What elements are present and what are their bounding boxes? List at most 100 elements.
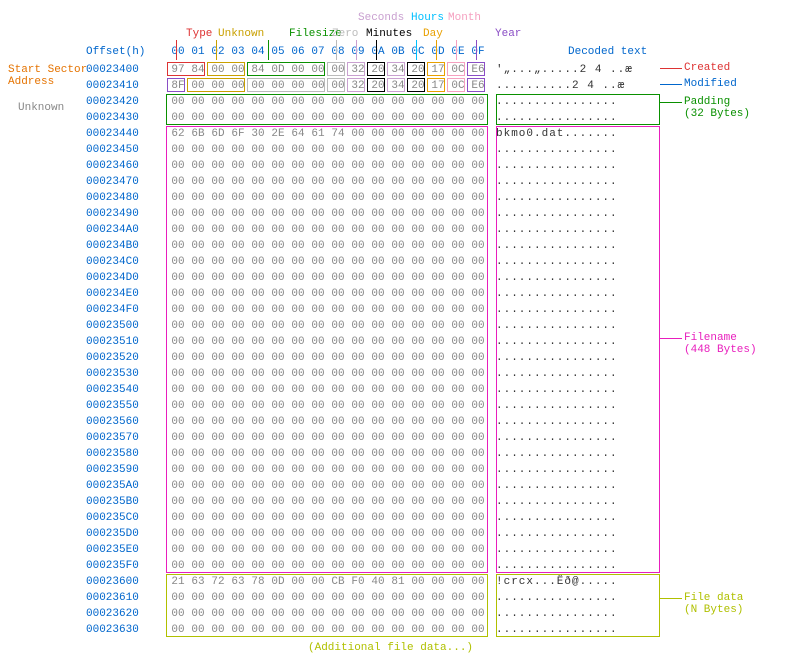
offset-value: 00023600 <box>86 576 148 588</box>
hex-byte: 00 <box>428 544 448 556</box>
hex-byte: 81 <box>388 576 408 588</box>
hex-byte: 00 <box>308 480 328 492</box>
modified-label: Modified <box>684 78 737 90</box>
hex-byte: 00 <box>288 112 308 124</box>
hex-byte: 00 <box>308 256 328 268</box>
hex-byte: 00 <box>308 576 328 588</box>
hex-byte: 00 <box>248 288 268 300</box>
additional-label: (Additional file data...) <box>308 642 473 654</box>
hex-byte: 00 <box>308 288 328 300</box>
hex-byte: 00 <box>288 320 308 332</box>
hex-byte: 00 <box>428 608 448 620</box>
hex-byte: 00 <box>388 208 408 220</box>
col-header: 0F <box>468 46 488 58</box>
offset-value: 00023500 <box>86 320 148 332</box>
hex-byte: 00 <box>228 192 248 204</box>
hex-row: 000234E000000000000000000000000000000000… <box>8 286 777 302</box>
hex-byte: 00 <box>288 464 308 476</box>
created-label: Created <box>684 62 730 74</box>
hex-byte: 00 <box>288 176 308 188</box>
hex-byte: 00 <box>328 240 348 252</box>
hex-byte: 00 <box>188 240 208 252</box>
hex-byte: 00 <box>468 576 488 588</box>
hex-byte: 00 <box>408 176 428 188</box>
hex-byte: 00 <box>168 448 188 460</box>
hex-byte: 00 <box>368 208 388 220</box>
offset-value: 00023550 <box>86 400 148 412</box>
hex-byte: 00 <box>448 576 468 588</box>
offset-value: 000234E0 <box>86 288 148 300</box>
hex-byte: 00 <box>408 384 428 396</box>
offset-value: 000235E0 <box>86 544 148 556</box>
hex-byte: 00 <box>448 384 468 396</box>
hex-byte: 00 <box>468 240 488 252</box>
offset-value: 00023450 <box>86 144 148 156</box>
hex-byte: 00 <box>208 528 228 540</box>
hex-byte: 00 <box>388 272 408 284</box>
hex-byte: 00 <box>328 96 348 108</box>
hex-byte: 00 <box>288 224 308 236</box>
hex-byte: 00 <box>388 240 408 252</box>
decoded-text: ................ <box>496 352 618 364</box>
hex-row: 000235F000000000000000000000000000000000… <box>8 558 777 574</box>
hex-byte: 00 <box>208 512 228 524</box>
hex-byte: 00 <box>308 144 328 156</box>
hex-byte: 00 <box>428 208 448 220</box>
hex-byte: 00 <box>248 592 268 604</box>
hex-byte: 00 <box>408 480 428 492</box>
hex-byte: 00 <box>208 304 228 316</box>
hex-byte: 00 <box>268 240 288 252</box>
hex-byte: 00 <box>268 144 288 156</box>
hex-byte: 84 <box>248 64 268 76</box>
hex-row: 000235B000000000000000000000000000000000… <box>8 494 777 510</box>
hex-byte: E6 <box>468 80 488 92</box>
hex-byte: 00 <box>468 544 488 556</box>
hex-byte: 00 <box>388 560 408 572</box>
hex-byte: 00 <box>468 208 488 220</box>
hex-byte: 00 <box>408 528 428 540</box>
hex-byte: 00 <box>348 160 368 172</box>
offset-label: Offset(h) <box>86 46 145 58</box>
hex-byte: 00 <box>268 320 288 332</box>
offset-value: 000235F0 <box>86 560 148 572</box>
hex-byte: 00 <box>468 480 488 492</box>
hex-byte: 00 <box>348 464 368 476</box>
hex-byte: 00 <box>228 448 248 460</box>
header-connector <box>456 40 457 60</box>
hex-byte: 00 <box>168 432 188 444</box>
hex-byte: 00 <box>328 272 348 284</box>
hex-byte: 00 <box>448 144 468 156</box>
offset-value: 00023400 <box>86 64 148 76</box>
hex-byte: 00 <box>428 368 448 380</box>
decoded-text: '„...„.....2 4 ..æ <box>496 64 633 76</box>
hex-row: 0002359000000000000000000000000000000000… <box>8 462 777 478</box>
hex-byte: 00 <box>328 496 348 508</box>
offset-value: 00023470 <box>86 176 148 188</box>
hex-byte: 00 <box>408 352 428 364</box>
hex-row: 0002349000000000000000000000000000000000… <box>8 206 777 222</box>
hex-byte: 00 <box>208 400 228 412</box>
hex-byte: 00 <box>348 368 368 380</box>
header-connector <box>356 40 357 60</box>
hex-byte: 00 <box>208 240 228 252</box>
hex-byte: 00 <box>308 496 328 508</box>
hex-byte: 00 <box>188 528 208 540</box>
hex-byte: 00 <box>248 496 268 508</box>
hex-byte: 00 <box>248 528 268 540</box>
hex-byte: 00 <box>228 304 248 316</box>
hex-row: 0002354000000000000000000000000000000000… <box>8 382 777 398</box>
hex-byte: 00 <box>428 480 448 492</box>
hex-byte: 00 <box>428 448 448 460</box>
hex-byte: 00 <box>468 416 488 428</box>
hex-byte: 00 <box>308 448 328 460</box>
hex-byte: 00 <box>208 448 228 460</box>
header-connector <box>336 40 337 60</box>
hex-byte: 00 <box>348 400 368 412</box>
hex-byte: 00 <box>308 240 328 252</box>
hex-byte: 00 <box>408 368 428 380</box>
hex-byte: 00 <box>168 256 188 268</box>
hex-byte: 00 <box>268 160 288 172</box>
col-header: 0C <box>408 46 428 58</box>
decoded-text: ................ <box>496 256 618 268</box>
hex-byte: 00 <box>168 144 188 156</box>
